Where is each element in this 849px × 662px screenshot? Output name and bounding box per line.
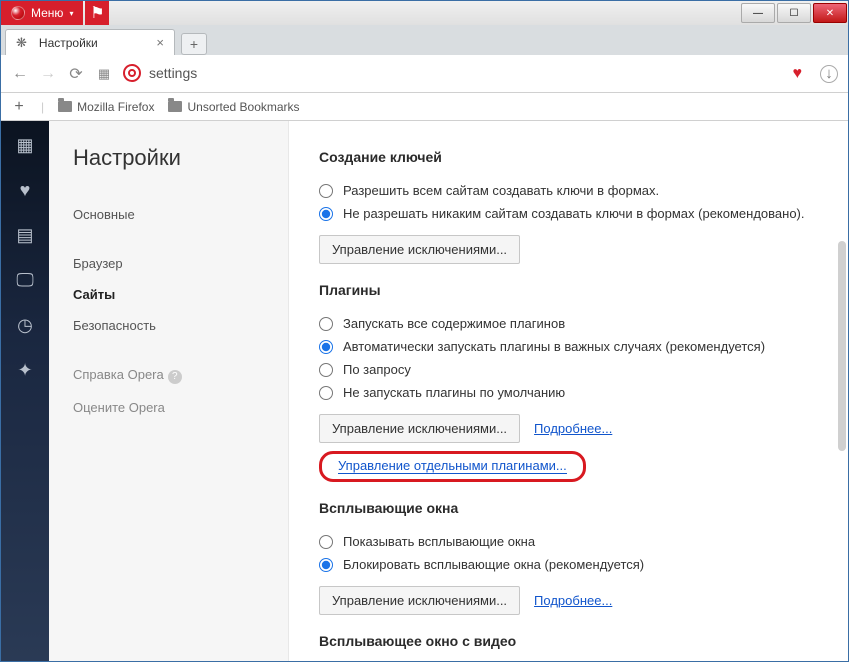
- forward-button[interactable]: →: [39, 65, 57, 83]
- highlighted-link-box: Управление отдельными плагинами...: [319, 451, 586, 482]
- title-bar: Меню ▾ ⚑ — ☐ ✕: [1, 1, 848, 25]
- radio-label: Не разрешать никаким сайтам создавать кл…: [343, 206, 805, 221]
- devices-rail-icon[interactable]: 🖵: [16, 270, 33, 291]
- radio-label: Не запускать плагины по умолчанию: [343, 385, 565, 400]
- plugins-exceptions-button[interactable]: Управление исключениями...: [319, 414, 520, 443]
- news-rail-icon[interactable]: ▤: [16, 225, 33, 246]
- keys-exceptions-button[interactable]: Управление исключениями...: [319, 235, 520, 264]
- page-title: Настройки: [73, 145, 264, 171]
- plugins-auto-radio[interactable]: Автоматически запускать плагины в важных…: [319, 335, 818, 358]
- speeddial-icon[interactable]: ▦: [95, 66, 113, 82]
- left-rail: ▦ ♥ ▤ 🖵 ◷ ✦: [1, 121, 49, 661]
- radio-label: Запускать все содержимое плагинов: [343, 316, 565, 331]
- sidebar-item-basic[interactable]: Основные: [73, 199, 264, 230]
- address-bar[interactable]: [123, 64, 783, 83]
- close-tab-icon[interactable]: ×: [156, 35, 164, 50]
- section-keys-title: Создание ключей: [319, 149, 818, 165]
- bookmark-folder-firefox[interactable]: Mozilla Firefox: [58, 100, 154, 114]
- opera-menu-button[interactable]: Меню ▾: [1, 1, 83, 25]
- bookmarks-bar: + | Mozilla Firefox Unsorted Bookmarks: [1, 93, 848, 121]
- keys-deny-radio[interactable]: Не разрешать никаким сайтам создавать кл…: [319, 202, 818, 225]
- speeddial-rail-icon[interactable]: ▦: [16, 135, 33, 156]
- opera-o-icon: [123, 64, 141, 82]
- address-input[interactable]: [149, 65, 783, 81]
- history-rail-icon[interactable]: ◷: [17, 315, 33, 336]
- back-button[interactable]: ←: [11, 65, 29, 83]
- radio-label: По запросу: [343, 362, 411, 377]
- keys-allow-radio[interactable]: Разрешить всем сайтам создавать ключи в …: [319, 179, 818, 202]
- sidebar-item-rate[interactable]: Оцените Opera: [73, 392, 264, 423]
- heart-icon[interactable]: ♥: [793, 65, 803, 83]
- menu-label: Меню: [31, 6, 63, 20]
- popups-exceptions-button[interactable]: Управление исключениями...: [319, 586, 520, 615]
- radio-label: Блокировать всплывающие окна (рекомендуе…: [343, 557, 644, 572]
- new-tab-button[interactable]: +: [181, 33, 207, 55]
- toolbar: ← → ⟳ ▦ ♥ ↓: [1, 55, 848, 93]
- radio-label: Показывать всплывающие окна: [343, 534, 535, 549]
- sidebar-item-help[interactable]: Справка Opera?: [73, 359, 264, 392]
- chevron-down-icon: ▾: [69, 9, 73, 18]
- gear-icon: ❋: [16, 35, 27, 51]
- tab-strip: ❋ Настройки × +: [1, 25, 848, 55]
- popups-more-link[interactable]: Подробнее...: [534, 593, 612, 608]
- settings-main: Создание ключей Разрешить всем сайтам со…: [289, 121, 848, 661]
- reload-button[interactable]: ⟳: [67, 64, 85, 84]
- section-popups-title: Всплывающие окна: [319, 500, 818, 516]
- popups-show-radio[interactable]: Показывать всплывающие окна: [319, 530, 818, 553]
- settings-sidebar: Настройки Основные Браузер Сайты Безопас…: [49, 121, 289, 661]
- download-icon[interactable]: ↓: [820, 65, 838, 83]
- add-bookmark-button[interactable]: +: [11, 98, 27, 116]
- sidebar-item-browser[interactable]: Браузер: [73, 248, 264, 279]
- radio-label: Разрешить всем сайтам создавать ключи в …: [343, 183, 659, 198]
- sidebar-item-security[interactable]: Безопасность: [73, 310, 264, 341]
- manage-plugins-link[interactable]: Управление отдельными плагинами...: [338, 458, 567, 474]
- tab-settings[interactable]: ❋ Настройки ×: [5, 29, 175, 55]
- folder-icon: [168, 101, 182, 112]
- question-icon: ?: [168, 370, 182, 384]
- plugins-ondemand-radio[interactable]: По запросу: [319, 358, 818, 381]
- maximize-button[interactable]: ☐: [777, 3, 811, 23]
- radio-label: Автоматически запускать плагины в важных…: [343, 339, 765, 354]
- section-plugins-title: Плагины: [319, 282, 818, 298]
- bookmark-label: Mozilla Firefox: [77, 100, 154, 114]
- plugins-runall-radio[interactable]: Запускать все содержимое плагинов: [319, 312, 818, 335]
- tab-label: Настройки: [39, 36, 151, 50]
- close-window-button[interactable]: ✕: [813, 3, 847, 23]
- minimize-button[interactable]: —: [741, 3, 775, 23]
- flag-icon[interactable]: ⚑: [85, 1, 109, 25]
- heart-rail-icon[interactable]: ♥: [20, 180, 31, 201]
- sidebar-item-sites[interactable]: Сайты: [73, 279, 264, 310]
- popups-block-radio[interactable]: Блокировать всплывающие окна (рекомендуе…: [319, 553, 818, 576]
- section-video-title: Всплывающее окно с видео: [319, 633, 818, 649]
- folder-icon: [58, 101, 72, 112]
- bookmark-label: Unsorted Bookmarks: [187, 100, 299, 114]
- plugins-never-radio[interactable]: Не запускать плагины по умолчанию: [319, 381, 818, 404]
- opera-logo-icon: [11, 6, 25, 20]
- extensions-rail-icon[interactable]: ✦: [17, 360, 32, 381]
- plugins-more-link[interactable]: Подробнее...: [534, 421, 612, 436]
- scrollbar-thumb[interactable]: [838, 241, 846, 451]
- bookmark-folder-unsorted[interactable]: Unsorted Bookmarks: [168, 100, 299, 114]
